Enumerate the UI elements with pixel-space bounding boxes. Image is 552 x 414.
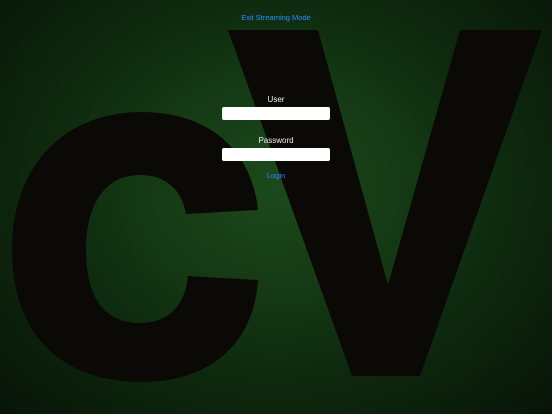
cv-logo bbox=[12, 30, 542, 382]
logo-letter-v bbox=[228, 30, 542, 376]
exit-streaming-mode-link[interactable]: Exit Streaming Mode bbox=[0, 13, 552, 22]
login-button[interactable]: Login bbox=[0, 171, 552, 180]
password-label: Password bbox=[258, 136, 294, 145]
login-screen: Exit Streaming Mode User Password Login bbox=[0, 0, 552, 414]
user-label: User bbox=[267, 95, 285, 104]
password-input[interactable] bbox=[222, 148, 330, 161]
user-input[interactable] bbox=[222, 107, 330, 120]
